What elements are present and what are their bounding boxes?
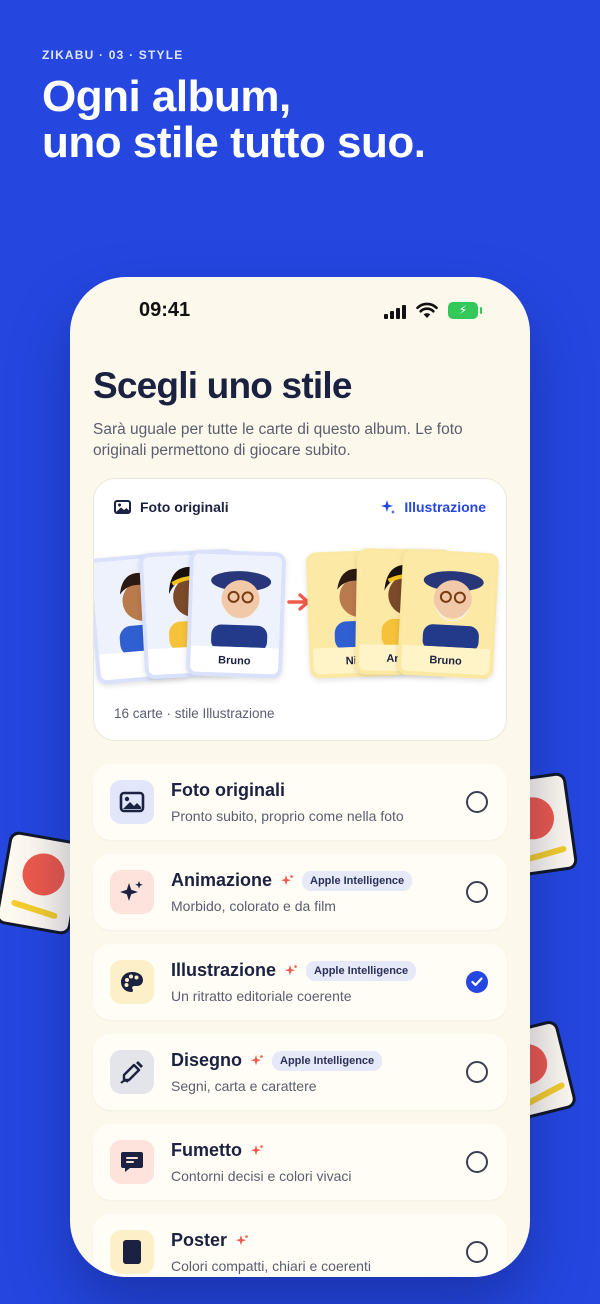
speech-bubble-icon xyxy=(110,1140,154,1184)
style-title: Disegno xyxy=(171,1050,243,1070)
radio-button[interactable] xyxy=(466,791,488,813)
style-description: Morbido, colorato e da film xyxy=(171,898,336,914)
hero-line-1: Ogni album, xyxy=(42,72,291,121)
cellular-signal-icon xyxy=(384,305,408,319)
style-description: Pronto subito, proprio come nella foto xyxy=(171,808,404,824)
sparkles-icon xyxy=(110,870,154,914)
style-title: Illustrazione xyxy=(171,960,277,980)
status-time: 09:41 xyxy=(139,299,191,321)
style-description: Un ritratto editoriale coerente xyxy=(171,988,352,1004)
style-option-fumetto[interactable]: Fumetto Contorni decisi e colori vivaci xyxy=(93,1124,507,1200)
style-title: Poster xyxy=(171,1230,228,1250)
apple-intelligence-badge: Apple Intelligence xyxy=(306,960,417,981)
style-title: Animazione xyxy=(171,870,273,890)
style-list: Foto originali Pronto subito, proprio co… xyxy=(93,764,507,1277)
radio-button[interactable] xyxy=(466,1151,488,1173)
status-bar: 09:41 ⚡ xyxy=(70,299,530,323)
radio-button[interactable] xyxy=(466,1241,488,1263)
image-icon xyxy=(110,780,154,824)
apple-intelligence-badge: Apple Intelligence xyxy=(272,1050,383,1071)
kicker: ZIKABU · 03 · STYLE xyxy=(42,48,184,62)
style-description: Colori compatti, chiari e coerenti xyxy=(171,1258,371,1274)
photo-card: Bruno xyxy=(185,549,287,679)
checkmark-icon xyxy=(471,977,483,987)
battery-charging-icon: ⚡ xyxy=(448,302,482,319)
apple-intelligence-badge: Apple Intelligence xyxy=(302,870,413,891)
ai-sparkle-icon xyxy=(281,874,293,885)
style-option-disegno[interactable]: Disegno Apple Intelligence Segni, carta … xyxy=(93,1034,507,1110)
style-preview-card: Foto originali Illustrazione A Bruno xyxy=(93,478,507,741)
illustrated-card-name: Bruno xyxy=(429,654,463,668)
ai-sparkle-icon xyxy=(236,1234,248,1245)
style-description: Segni, carta e carattere xyxy=(171,1078,317,1094)
style-option-animazione[interactable]: Animazione Apple Intelligence Morbido, c… xyxy=(93,854,507,930)
ai-sparkle-icon xyxy=(251,1144,263,1155)
poster-icon xyxy=(110,1230,154,1274)
wifi-icon xyxy=(416,302,438,318)
phone-screen: 09:41 ⚡ Scegli uno stile Sarà uguale per… xyxy=(70,277,530,1277)
preview-style-label: Illustrazione xyxy=(380,499,486,515)
palette-icon xyxy=(110,960,154,1004)
photo-card-name: Bruno xyxy=(217,654,251,668)
style-option-foto-originali[interactable]: Foto originali Pronto subito, proprio co… xyxy=(93,764,507,840)
preview-left-text: Foto originali xyxy=(140,499,229,515)
screen-subtitle: Sarà uguale per tutte le carte di questo… xyxy=(93,421,463,459)
radio-button[interactable] xyxy=(466,881,488,903)
preview-footer: 16 carte · stile Illustrazione xyxy=(114,706,275,721)
ai-sparkle-icon xyxy=(285,964,297,975)
style-description: Contorni decisi e colori vivaci xyxy=(171,1168,352,1184)
style-option-poster[interactable]: Poster Colori compatti, chiari e coerent… xyxy=(93,1214,507,1277)
hero-line-2: uno stile tutto suo. xyxy=(42,118,426,167)
style-option-illustrazione[interactable]: Illustrazione Apple Intelligence Un ritr… xyxy=(93,944,507,1020)
screen-title: Scegli uno stile xyxy=(93,365,352,406)
ai-sparkle-icon xyxy=(251,1054,263,1065)
radio-button[interactable] xyxy=(466,1061,488,1083)
sparkles-icon xyxy=(381,500,396,514)
pencil-icon xyxy=(110,1050,154,1094)
preview-original-label: Foto originali xyxy=(114,499,229,515)
photo-icon xyxy=(114,500,131,514)
illustrated-card: Bruno xyxy=(396,548,500,680)
hero-headline: Ogni album, uno stile tutto suo. xyxy=(42,74,562,166)
style-title: Foto originali xyxy=(171,780,285,800)
style-title: Fumetto xyxy=(171,1140,242,1160)
preview-right-text: Illustrazione xyxy=(404,499,486,515)
radio-button-selected[interactable] xyxy=(466,971,488,993)
